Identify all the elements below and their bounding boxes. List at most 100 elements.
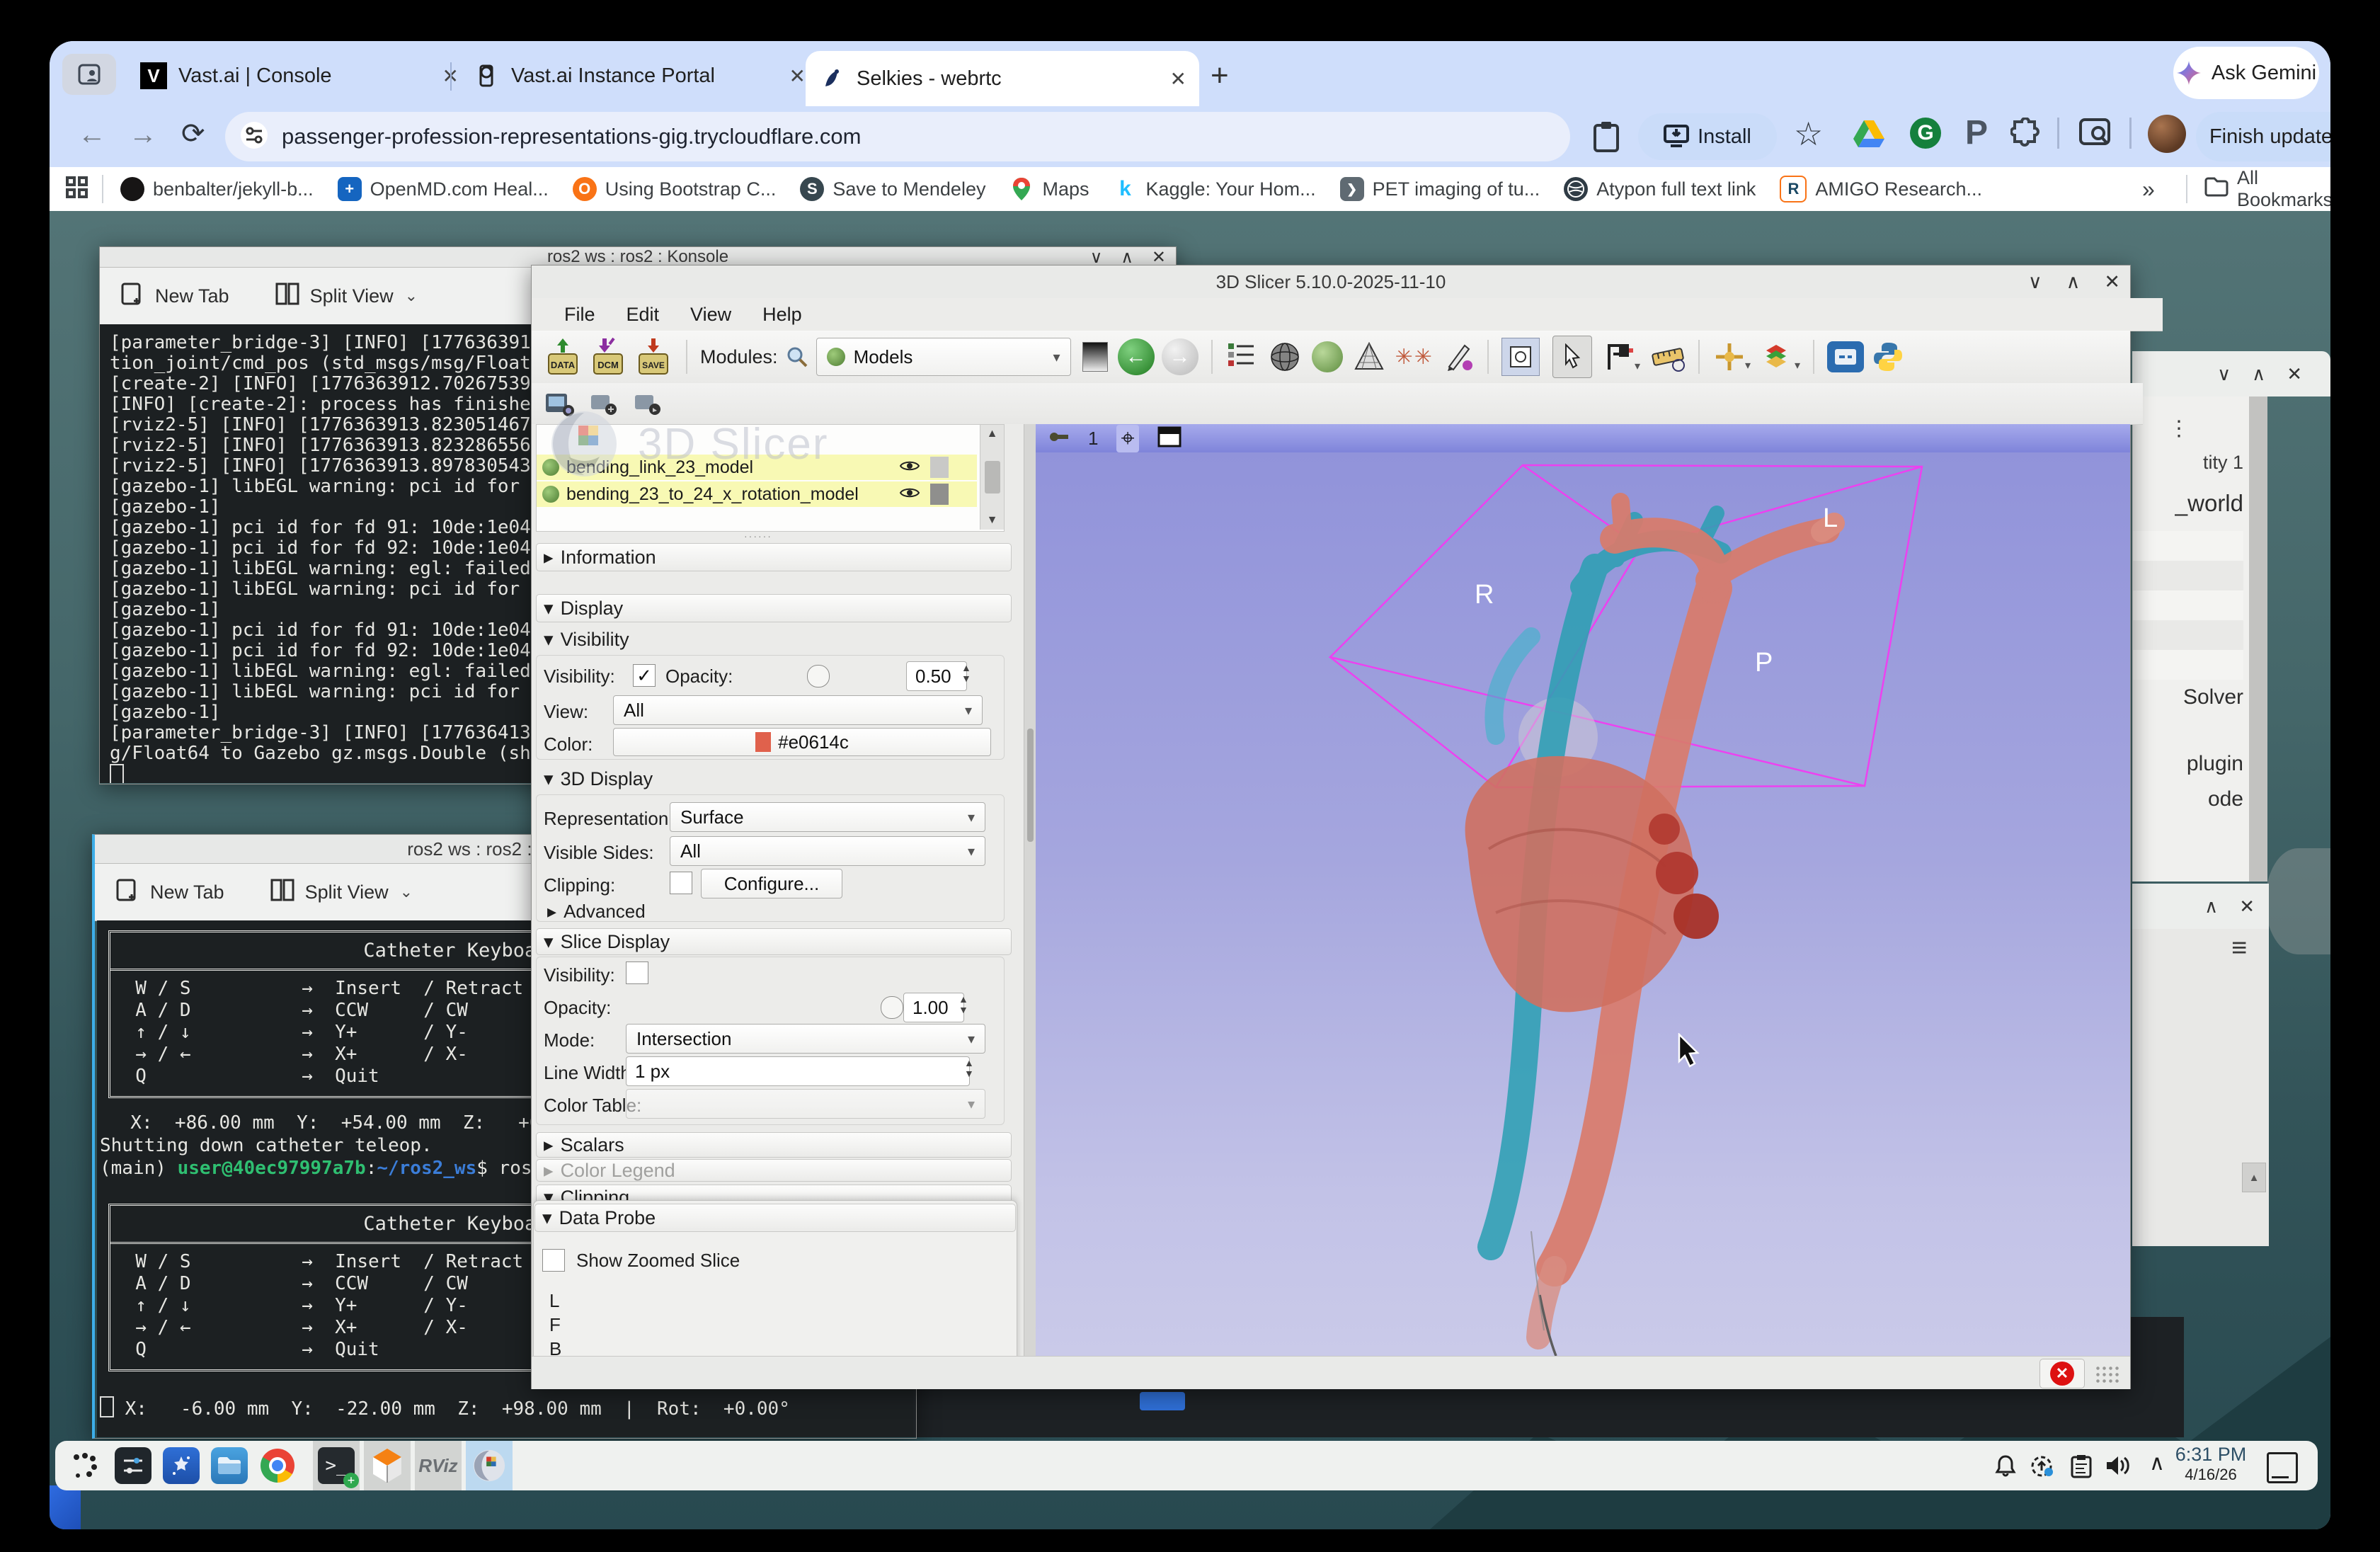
segment-editor-icon[interactable] — [1443, 341, 1475, 372]
new-tab-button[interactable]: + — [1211, 58, 1229, 93]
load-data-icon[interactable]: DATA — [543, 337, 583, 377]
layout-icon[interactable] — [1157, 426, 1182, 451]
show-desktop-button[interactable] — [2267, 1452, 2298, 1483]
screenshot-icon[interactable] — [1501, 338, 1540, 376]
grammarly-icon[interactable]: G — [1910, 118, 1941, 149]
maximize-icon[interactable]: ∧ — [2204, 896, 2218, 918]
model-list-scrollbar[interactable]: ▲ ▼ — [980, 425, 1004, 530]
resize-grip[interactable] — [2095, 1365, 2120, 1383]
minimize-icon[interactable]: ∨ — [2217, 363, 2231, 385]
configure-button[interactable]: Configure... — [701, 869, 842, 898]
file-manager-icon[interactable] — [211, 1447, 248, 1484]
scrollbar-thumb[interactable] — [985, 461, 1000, 493]
place-point-icon[interactable]: ▾ — [1603, 341, 1640, 372]
module-back-icon[interactable]: ← — [1118, 338, 1155, 375]
python-console-icon[interactable] — [1871, 340, 1905, 374]
bookmark-item[interactable]: benbalter/jekyll-b... — [120, 177, 314, 201]
profile-avatar[interactable] — [2148, 115, 2186, 153]
mouse-mode-button[interactable] — [1552, 336, 1592, 378]
bookmark-item[interactable]: OUsing Bootstrap C... — [573, 177, 777, 201]
spin-arrows[interactable]: ▲▼ — [959, 994, 968, 1015]
new-tab-button[interactable]: New Tab — [155, 285, 229, 307]
bookmark-star-icon[interactable]: ☆ — [1794, 115, 1823, 153]
section-visibility[interactable]: ▾ Visibility — [536, 626, 1012, 653]
tab-selkies-active[interactable]: Selkies - webrtc ✕ — [806, 51, 1199, 106]
menu-help[interactable]: Help — [762, 304, 802, 326]
bookmark-item[interactable]: Atypon full text link — [1564, 177, 1756, 201]
module-selector[interactable]: Models ▾ — [816, 338, 1071, 376]
split-view-button[interactable]: Split View — [310, 285, 394, 307]
clipboard-tray-icon[interactable] — [2070, 1454, 2093, 1483]
threed-viewport[interactable]: R L P — [1036, 452, 2130, 1356]
bookmark-item[interactable]: ❯PET imaging of tu... — [1340, 177, 1540, 201]
section-3d-display[interactable]: ▾ 3D Display — [536, 765, 1012, 792]
section-scalars[interactable]: ▸ Scalars — [536, 1132, 1012, 1158]
module-forward-icon[interactable]: → — [1162, 338, 1198, 375]
tree-item[interactable]: ode — [2208, 787, 2243, 811]
forward-icon[interactable]: → — [129, 119, 157, 151]
paperpile-icon[interactable]: P — [1965, 113, 1988, 152]
tab-close-icon[interactable]: ✕ — [427, 64, 459, 88]
bookmark-item[interactable]: RAMIGO Research... — [1780, 176, 1982, 202]
view-combo[interactable]: All▾ — [613, 695, 983, 725]
scene-view-menu-icon[interactable] — [632, 389, 663, 418]
updates-icon[interactable] — [2029, 1454, 2054, 1483]
tree-item[interactable]: _world — [2175, 490, 2243, 517]
section-display[interactable]: ▾ Display — [536, 594, 1012, 622]
models-icon[interactable] — [1312, 341, 1343, 372]
module-list-icon[interactable] — [1225, 341, 1258, 373]
ask-gemini-button[interactable]: Ask Gemini — [2173, 47, 2319, 99]
close-icon[interactable]: ✕ — [2239, 896, 2255, 918]
tree-item[interactable]: Solver — [2183, 685, 2243, 709]
clipping-checkbox[interactable] — [670, 872, 692, 894]
slicer-titlebar[interactable]: 3D Slicer 5.10.0-2025-11-10 ∨ ∧ ✕ — [532, 266, 2130, 299]
slice-views-icon[interactable]: ▾ — [1759, 341, 1800, 373]
pin-icon[interactable] — [1048, 429, 1070, 448]
tab-vast-console[interactable]: V Vast.ai | Console ✕ — [127, 51, 471, 101]
bookmark-item[interactable]: +OpenMD.com Heal... — [338, 177, 549, 201]
dicom-icon[interactable]: DCM — [588, 337, 628, 377]
module-search-icon[interactable] — [785, 345, 809, 369]
clock[interactable]: 6:31 PM 4/16/26 — [2169, 1444, 2253, 1484]
menu-edit[interactable]: Edit — [627, 304, 660, 326]
tab-vast-portal[interactable]: Vast.ai Instance Portal ✕ — [460, 51, 818, 101]
panel-scrollbar[interactable] — [1024, 424, 1036, 1356]
section-information[interactable]: ▸ Information — [536, 543, 1012, 571]
url-bar[interactable]: passenger-profession-representations-gig… — [225, 112, 1570, 161]
visibility-eye-icon[interactable] — [899, 459, 920, 477]
visible-sides-combo[interactable]: All▾ — [670, 836, 985, 866]
spin-arrows[interactable]: ▲▼ — [961, 663, 971, 684]
split-view-arrow-icon[interactable]: ⌄ — [400, 883, 413, 901]
visibility-eye-icon[interactable] — [899, 486, 920, 503]
save-icon[interactable]: SAVE — [634, 337, 673, 377]
bookmark-item[interactable]: SSave to Mendeley — [800, 177, 985, 201]
tab-search-button[interactable] — [62, 54, 116, 95]
apps-grid-icon[interactable] — [65, 176, 89, 203]
mode-combo[interactable]: Intersection▾ — [626, 1024, 985, 1054]
chrome-icon[interactable] — [259, 1447, 296, 1484]
panel-splitter-handle[interactable]: ······ — [744, 530, 772, 542]
split-view-arrow-icon[interactable]: ⌄ — [405, 287, 418, 305]
crosshair-tool-icon[interactable]: ▾ — [1712, 341, 1751, 373]
minimize-icon[interactable]: ∨ — [2028, 271, 2042, 293]
model-list-row[interactable]: bending_23_to_24_x_rotation_model — [537, 481, 977, 507]
visibility-checkbox[interactable]: ✓ — [633, 664, 656, 687]
threed-view[interactable]: 1 ⌖ — [1036, 424, 2130, 1356]
volume-icon[interactable] — [2104, 1454, 2131, 1481]
bookmarks-overflow-icon[interactable]: » — [2142, 176, 2155, 202]
gazebo-task-icon[interactable] — [364, 1441, 411, 1490]
maximize-icon[interactable]: ∧ — [2252, 363, 2265, 385]
model-list-row[interactable]: bending_link_23_model — [537, 455, 977, 480]
crosshair-icon[interactable]: ⌖ — [1116, 425, 1138, 452]
scene-view-capture-icon[interactable] — [544, 389, 576, 418]
color-table-combo[interactable]: ▾ — [626, 1089, 985, 1119]
app-launcher-icon[interactable] — [67, 1447, 103, 1484]
section-data-probe[interactable]: ▾ Data Probe — [534, 1204, 1016, 1232]
capture-icon[interactable] — [1827, 341, 1864, 372]
rviz-task-icon[interactable]: RViz — [415, 1441, 462, 1490]
site-info-icon[interactable] — [241, 122, 268, 152]
tree-item[interactable]: tity 1 — [2203, 452, 2243, 474]
software-store-icon[interactable] — [163, 1447, 200, 1484]
menu-file[interactable]: File — [564, 304, 595, 326]
volume-rendering-icon[interactable] — [1353, 341, 1385, 373]
